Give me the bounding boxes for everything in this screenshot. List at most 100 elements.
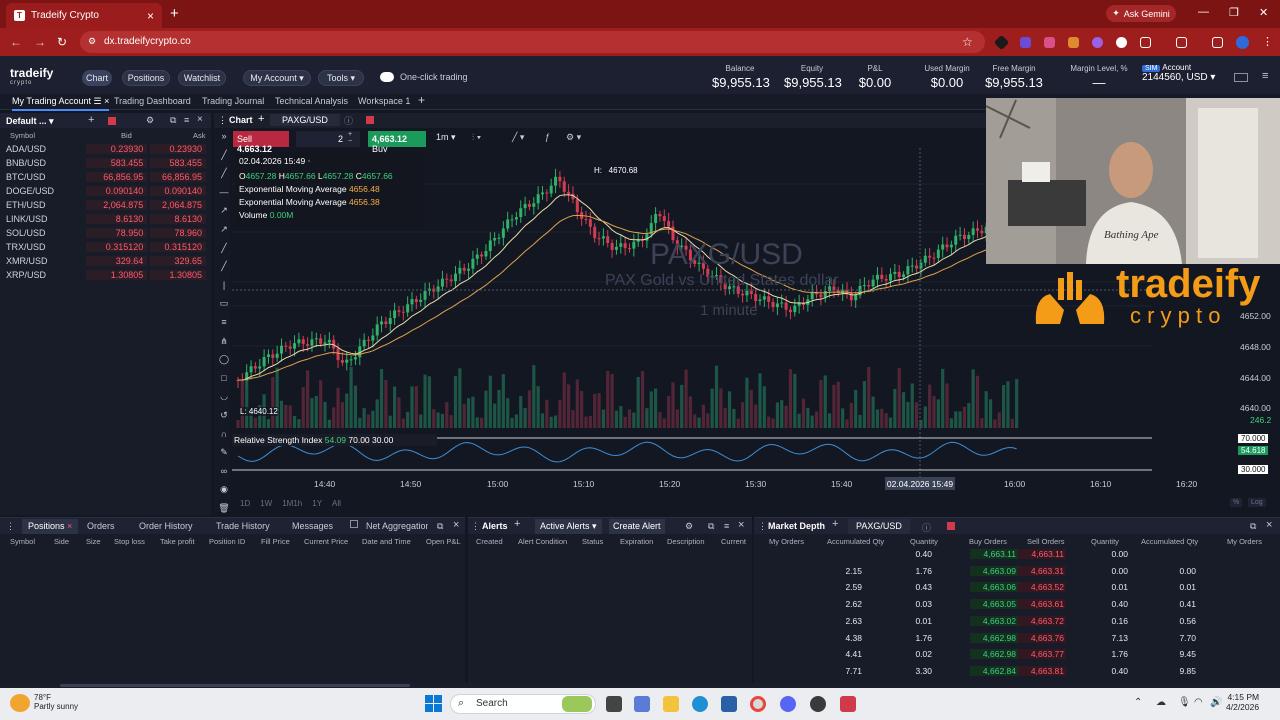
menu-icon[interactable]: ≡ [1262,70,1268,82]
depth-row[interactable]: 2.63 0.01 4,663.02 4,663.72 0.16 0.56 [756,615,1276,632]
column-header[interactable]: Accumulated Qty [827,537,884,546]
my-account-menu[interactable]: My Account ▾ [243,70,311,86]
depth-buy-price[interactable]: 4,663.05 [970,599,1018,610]
depth-sell-price[interactable]: 4,663.31 [1018,565,1066,576]
ellipse-icon[interactable]: ◯ [218,354,230,365]
trend-line-icon[interactable]: ╱ [218,168,230,179]
edge-icon[interactable] [692,696,708,712]
depth-buy-price[interactable]: 4,663.11 [970,549,1018,559]
range-1m1h[interactable]: 1M1h [282,499,302,508]
drag-handle-icon[interactable]: ⋮ [218,115,227,126]
add-chart-icon[interactable]: + [258,113,264,125]
watchlist-ask[interactable]: 2,064.875 [150,200,206,210]
depth-buy-price[interactable]: 4,663.09 [970,565,1018,576]
depth-row[interactable]: 7.71 3.30 4,662.84 4,663.81 0.40 9.85 [756,665,1276,682]
network-tray-icon[interactable]: ☁ [1156,697,1166,708]
record-icon[interactable] [108,117,116,125]
one-click-trading-toggle[interactable]: One-click trading [380,72,468,82]
chart-symbol-tab[interactable]: PAXG/USD [270,114,340,126]
column-header[interactable]: Created [476,537,503,546]
drag-handle-icon[interactable]: ⋮ [471,521,480,536]
watchlist-bid[interactable]: 0.090140 [85,186,148,196]
watchlist-bid[interactable]: 2,064.875 [85,200,148,210]
volume-icon[interactable]: 🔊 [1210,697,1222,708]
watchlist-ask[interactable]: 329.65 [150,256,206,266]
close-panel-icon[interactable]: × [453,519,459,534]
tab-messages[interactable]: Messages [292,521,333,536]
watchlist-selector[interactable]: Default ... ▾ [6,116,54,127]
column-header[interactable]: Open P&L [426,537,461,546]
app-icon[interactable] [840,696,856,712]
task-view-icon[interactable] [606,696,622,712]
watchlist-row[interactable]: SOL/USD 78.950 78.960 [6,226,206,240]
chrome-icon[interactable] [750,696,766,712]
info-icon[interactable]: ⓘ [922,521,931,536]
windows-start-icon[interactable] [425,695,442,712]
depth-row[interactable]: 2.15 1.76 4,663.09 4,663.31 0.00 0.00 [756,565,1276,582]
ray-icon[interactable]: ↗ [218,205,230,216]
store-icon[interactable] [721,696,737,712]
chart-settings-icon[interactable]: ⚙ ▾ [566,132,581,143]
depth-symbol-tab[interactable]: PAXG/USD [848,519,910,534]
record-icon[interactable] [947,522,955,530]
tab-order-history[interactable]: Order History [139,521,193,536]
account-selector[interactable]: SIM Account 2144560, USD ▾ [1142,63,1215,83]
layout-icon[interactable] [1234,73,1248,82]
browser-tab[interactable]: T Tradeify Crypto × [6,3,162,28]
bookmark-star-icon[interactable]: ☆ [962,35,973,49]
stepper-arrows-icon[interactable]: + − [348,131,352,145]
watchlist-row[interactable]: ETH/USD 2,064.875 2,064.875 [6,198,206,212]
column-header[interactable]: Expiration [620,537,653,546]
reload-icon[interactable]: ↻ [57,35,67,49]
nav-watchlist-button[interactable]: Watchlist [178,70,226,86]
depth-sell-price[interactable]: 4,663.77 [1018,649,1066,660]
info-icon[interactable]: ⓘ [344,114,353,127]
percent-scale-button[interactable]: % [1230,498,1243,507]
tab-search-icon[interactable] [1212,37,1223,48]
close-window-icon[interactable]: ✕ [1259,6,1268,19]
segment-icon[interactable]: ╱ [218,243,230,254]
ask-gemini-button[interactable]: ✦ Ask Gemini [1106,5,1176,22]
vertical-line-icon[interactable]: | [218,280,230,290]
watchlist-row[interactable]: LINK/USD 8.6130 8.6130 [6,212,206,226]
add-workspace-icon[interactable]: + [418,93,425,107]
drag-handle-icon[interactable]: ⋮ [6,521,15,536]
tray-chevron-icon[interactable]: ⌃ [1134,697,1142,708]
popout-icon[interactable]: ⧉ [437,521,443,536]
depth-buy-price[interactable]: 4,663.02 [970,615,1018,626]
extensions-puzzle-icon[interactable] [1140,37,1151,48]
toggle-switch[interactable] [380,72,394,82]
wifi-icon[interactable]: ◠ [1194,697,1203,708]
fib-icon[interactable]: ≡ [218,317,230,327]
scrollbar-thumb[interactable] [60,684,410,687]
cast-icon[interactable] [1176,37,1187,48]
close-tab-icon[interactable]: × [147,9,154,23]
watchlist-row[interactable]: BNB/USD 583.455 583.455 [6,156,206,170]
site-info-icon[interactable]: ⚙ [88,36,96,47]
record-icon[interactable] [366,116,374,124]
workspace-tab-technical-analysis[interactable]: Technical Analysis [275,96,348,106]
column-header[interactable]: Buy Orders [969,537,1007,546]
watchlist-bid[interactable]: 78.950 [85,228,148,238]
watchlist-row[interactable]: XMR/USD 329.64 329.65 [6,254,206,268]
panel-menu-icon[interactable]: ≡ [724,521,729,536]
tools-menu[interactable]: Tools ▾ [318,70,364,86]
extension-icon[interactable] [1068,37,1079,48]
watchlist-ask[interactable]: 1.30805 [150,270,206,280]
range-1w[interactable]: 1W [260,499,272,508]
link-icon[interactable]: ∞ [218,466,230,476]
column-header[interactable]: Description [667,537,705,546]
depth-sell-price[interactable]: 4,663.76 [1018,632,1066,643]
depth-row[interactable]: 2.62 0.03 4,663.05 4,663.61 0.40 0.41 [756,599,1276,615]
app-logo[interactable]: tradeify crypto [10,66,53,86]
settings-icon[interactable]: ⚙ [146,115,154,126]
arc-icon[interactable]: ◡ [218,391,230,402]
close-panel-icon[interactable]: × [197,114,203,125]
tab-trade-history[interactable]: Trade History [216,521,270,536]
extension-icon[interactable] [1092,37,1103,48]
column-header[interactable]: Position ID [209,537,245,546]
tab-net-aggregation[interactable]: Net Aggregation [366,521,428,536]
popout-icon[interactable]: ⧉ [708,521,714,536]
back-icon[interactable]: ← [10,35,22,49]
watchlist-bid[interactable]: 583.455 [85,158,148,168]
